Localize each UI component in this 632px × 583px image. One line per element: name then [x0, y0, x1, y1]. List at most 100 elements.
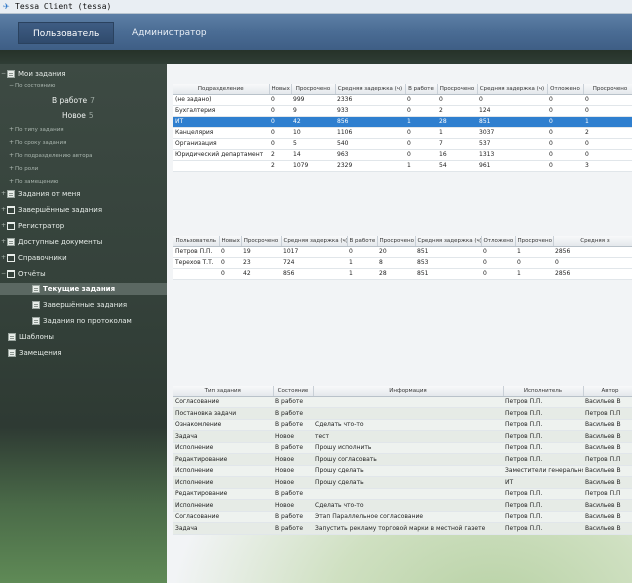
table-row[interactable]: Исполнение Новое Прошу сделать Заместители … [173, 465, 632, 477]
table-row[interactable]: Постановка задачи В работе Петров П.П. Петр… [173, 407, 632, 420]
sidebar-item-available-docs[interactable]: + Доступные документы [0, 236, 102, 248]
expand-icon[interactable]: + [0, 188, 7, 200]
column-header[interactable]: Средняя задержка (ч) [415, 236, 482, 247]
column-header[interactable]: Новых [219, 236, 242, 247]
table-row[interactable]: (не задано) 0 999 2336 0 0 0 0 0 [173, 94, 632, 106]
table-cell: 3 [583, 160, 632, 172]
collapse-icon[interactable]: − [0, 268, 7, 280]
table-cell: Петров П.П [583, 453, 632, 466]
column-header[interactable]: В работе [405, 84, 438, 95]
table-row[interactable]: 0 42 856 1 28 851 0 1 2856 [173, 268, 632, 280]
column-header[interactable]: Автор [583, 386, 632, 397]
sidebar-item-registrar[interactable]: + Регистратор [0, 220, 64, 232]
table-cell: 0 [405, 149, 437, 161]
table-cell: 0 [547, 127, 583, 139]
table-cell: 42 [241, 268, 281, 280]
sidebar-item-reports[interactable]: − Отчёты [0, 268, 46, 280]
table-cell: 2 [437, 105, 477, 117]
table-row[interactable]: Редактирование Новое Прошу согласовать Петр… [173, 453, 632, 466]
column-header[interactable]: Отложено [481, 236, 516, 247]
sidebar-item-state-new[interactable]: Новое 5 [62, 110, 94, 122]
column-header[interactable]: Состояние [273, 386, 314, 397]
expand-icon[interactable]: + [8, 124, 15, 136]
expand-icon[interactable]: − [0, 68, 7, 80]
sidebar-item-by-role[interactable]: + По роли [8, 163, 38, 175]
table-cell: Этап Параллельное согласование [313, 511, 503, 523]
sidebar-item-directories[interactable]: + Справочники [0, 252, 67, 264]
expand-icon[interactable]: + [0, 204, 7, 216]
column-header[interactable]: Пользователь [173, 236, 220, 247]
column-header[interactable]: Информация [313, 386, 504, 397]
table-row[interactable]: Организация 0 5 540 0 7 537 0 0 [173, 138, 632, 150]
expand-icon[interactable]: + [0, 236, 7, 248]
table-row[interactable]: Задача Новое тест Петров П.П. Васильев В [173, 430, 632, 443]
table-cell: Прошу сделать [313, 465, 503, 477]
expand-icon[interactable]: + [8, 163, 15, 175]
column-header[interactable]: Средняя задержка (ч) [281, 236, 348, 247]
sidebar-item-current-tasks[interactable]: Текущие задания [0, 283, 167, 295]
expand-icon[interactable]: + [0, 220, 7, 232]
sidebar-item-completed[interactable]: + Завершённые задания [0, 204, 102, 216]
column-header[interactable]: Просрочено [515, 236, 554, 247]
tab-admin[interactable]: Администратор [118, 22, 221, 44]
column-header[interactable]: Просрочено [583, 84, 632, 95]
sidebar-item-templates[interactable]: Шаблоны [8, 331, 54, 343]
sidebar-item-my-tasks[interactable]: − Мои задания [0, 68, 66, 80]
table-cell [173, 268, 219, 280]
column-header[interactable]: Новых [269, 84, 292, 95]
table-row[interactable]: Исполнение В работе Прошу исполнить Петров … [173, 442, 632, 454]
collapse-icon[interactable]: − [8, 80, 15, 92]
table-cell: Новое [273, 499, 313, 512]
sidebar-item-completed-tasks[interactable]: Завершённые задания [32, 299, 127, 311]
table-row[interactable]: Канцелярия 0 10 1106 0 1 3037 0 2 [173, 127, 632, 139]
column-header[interactable]: Тип задания [173, 386, 274, 397]
sidebar-item-label: Мои задания [18, 70, 66, 78]
sidebar-item-by-deputy[interactable]: + По замещению [8, 176, 58, 188]
sidebar-item-from-me[interactable]: + Задания от меня [0, 188, 80, 200]
sidebar-item-by-author-dept[interactable]: + По подразделению автора [8, 150, 93, 162]
table-row[interactable]: Согласование В работе Петров П.П. Васильев … [173, 396, 632, 408]
table-cell: Васильев В [583, 499, 632, 512]
column-header[interactable]: Средняя задержка (ч) [477, 84, 548, 95]
sidebar-item-by-state[interactable]: − По состоянию [8, 80, 55, 92]
column-header[interactable]: Просрочено [241, 236, 282, 247]
expand-icon[interactable]: + [8, 150, 15, 162]
table-cell: 2336 [335, 94, 405, 106]
table-row[interactable]: Редактирование В работе Петров П.П. Петров … [173, 488, 632, 500]
table-cell: 0 [269, 94, 291, 106]
table-cell: 1079 [291, 160, 335, 172]
column-header[interactable]: Просрочено [377, 236, 416, 247]
table-row[interactable]: Юридический департамент 2 14 963 0 16 1313 0 0 [173, 149, 632, 161]
column-header[interactable]: Исполнитель [503, 386, 584, 397]
table-row[interactable]: Ознакомление В работе Сделать что-то Петров… [173, 419, 632, 431]
column-header[interactable]: Средняя задержка (ч) [335, 84, 406, 95]
table-row[interactable]: Задача В работе Запустить рекламу торговой… [173, 522, 632, 535]
sidebar-item-by-deadline[interactable]: + По сроку задания [8, 137, 66, 149]
table-row[interactable]: Терехов Т.Т. 0 23 724 1 8 853 0 0 0 [173, 257, 632, 269]
sidebar-item-deputies[interactable]: Замещения [8, 347, 62, 359]
table-row[interactable]: 2 1079 2329 1 54 961 0 3 [173, 160, 632, 172]
sidebar-item-state-in-work[interactable]: В работе 7 [52, 95, 95, 107]
table-row[interactable]: ИТ 0 42 856 1 28 851 0 1 [173, 116, 632, 128]
report-icon [32, 301, 40, 309]
table-row[interactable]: Исполнение Новое Прошу сделать ИТ Васильев В [173, 476, 632, 489]
column-header[interactable]: В работе [347, 236, 378, 247]
table-cell: 0 [583, 138, 632, 150]
table-cell: 0 [437, 94, 477, 106]
table-row[interactable]: Согласование В работе Этап Параллельное со… [173, 511, 632, 523]
sidebar-item-by-type[interactable]: + По типу задания [8, 124, 64, 136]
column-header[interactable]: Отложено [547, 84, 584, 95]
table-cell: Петров П.П. [503, 511, 583, 523]
sidebar-item-tasks-by-protocols[interactable]: Задания по протоколам [32, 315, 132, 327]
expand-icon[interactable]: + [0, 252, 7, 264]
expand-icon[interactable]: + [8, 137, 15, 149]
column-header[interactable]: Просрочено [291, 84, 336, 95]
column-header[interactable]: Просрочено [437, 84, 478, 95]
table-row[interactable]: Исполнение Новое Сделать что-то Петров П.П.… [173, 499, 632, 512]
column-header[interactable]: Подразделение [173, 84, 270, 95]
table-row[interactable]: Петров П.П. 0 19 1017 0 20 851 0 1 2856 [173, 246, 632, 258]
tab-user[interactable]: Пользователь [18, 22, 115, 44]
column-header[interactable]: Средняя з [553, 236, 632, 247]
expand-icon[interactable]: + [8, 176, 15, 188]
table-row[interactable]: Бухгалтерия 0 9 933 0 2 124 0 0 [173, 105, 632, 117]
